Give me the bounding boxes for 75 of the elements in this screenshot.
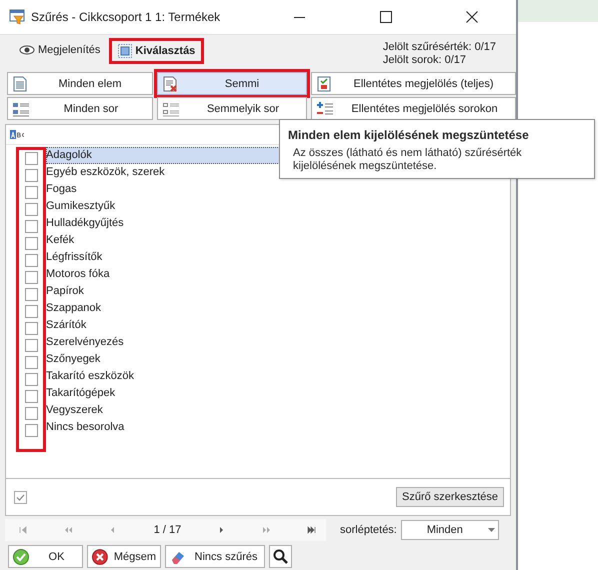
dialog-button[interactable]: Mégsem — [87, 545, 161, 568]
list-item[interactable]: Vegyszerek — [46, 402, 496, 419]
list-item[interactable]: Kefék — [46, 232, 496, 249]
checkbox[interactable] — [24, 169, 38, 182]
sort-text-icon — [10, 130, 26, 139]
action-button[interactable]: Minden sor — [7, 97, 153, 120]
minimize-icon — [294, 16, 306, 18]
list-item[interactable]: Takarítógépek — [46, 385, 496, 402]
count-label: Jelölt szűrésérték: 0/17 — [382, 41, 496, 54]
list-item[interactable]: Takarító eszközök — [46, 368, 496, 385]
edit-filter-button[interactable]: Szűrő szerkesztése — [396, 487, 504, 507]
next-page-button[interactable] — [262, 526, 272, 534]
list-item[interactable]: Fogas — [46, 181, 496, 198]
dialog-button[interactable]: Nincs szűrés — [165, 545, 265, 568]
checkbox[interactable] — [24, 186, 38, 199]
checkbox[interactable] — [24, 339, 38, 352]
step-dropdown[interactable]: Minden — [400, 520, 499, 540]
list-item[interactable]: Hulladékgyűjtés — [46, 215, 496, 232]
check-icon — [16, 492, 25, 502]
list-item[interactable]: Szőnyegek — [46, 351, 496, 368]
first-record-button[interactable] — [19, 526, 28, 534]
action-button[interactable]: Semmelyik sor — [157, 97, 307, 120]
document-icon — [12, 76, 28, 92]
previous-page-button[interactable] — [64, 526, 73, 534]
list-rows-icon — [162, 100, 180, 116]
cross-circle-icon — [92, 548, 108, 564]
list-item[interactable]: Motoros fóka — [46, 266, 496, 283]
maximize-icon — [380, 11, 392, 23]
list-item[interactable]: Légfrissítők — [46, 249, 496, 266]
last-record-button[interactable] — [306, 526, 316, 534]
checkbox[interactable] — [24, 152, 38, 165]
tab[interactable]: Kiválasztás — [112, 41, 202, 61]
window-title: Szűrés - Cikkcsoport 1 1: Termékek — [31, 10, 222, 24]
checkbox[interactable] — [24, 424, 38, 437]
action-button[interactable]: Semmi — [157, 72, 307, 95]
tab[interactable]: Megjelenítés — [13, 41, 106, 59]
caret-icon — [488, 528, 495, 532]
tooltip-title: Minden elem kijelölésének megszüntetése — [288, 128, 530, 142]
action-button[interactable]: Minden elem — [7, 72, 153, 95]
list-item[interactable]: Papírok — [46, 283, 496, 300]
list-item[interactable]: Szerelvényezés — [46, 334, 496, 351]
checkbox[interactable] — [24, 254, 38, 267]
search-icon — [273, 549, 288, 564]
close-icon — [466, 11, 478, 23]
action-button[interactable]: Ellentétes megjelölés sorokon — [311, 97, 516, 120]
list-item[interactable]: Szárítók — [46, 317, 496, 334]
plus-minus-list-icon — [316, 100, 334, 116]
check-cross-icon — [316, 76, 332, 92]
step-label: sorléptetés: — [340, 524, 397, 536]
action-button[interactable]: Ellentétes megjelölés (teljes) — [311, 72, 516, 95]
list-item[interactable]: Nincs besorolva — [46, 419, 496, 436]
checkbox[interactable] — [24, 220, 38, 233]
checkbox[interactable] — [24, 407, 38, 420]
list-rows-icon — [12, 100, 30, 116]
checkbox[interactable] — [24, 373, 38, 386]
checkbox[interactable] — [24, 305, 38, 318]
checkbox[interactable] — [24, 271, 38, 284]
check-circle-icon — [13, 548, 29, 564]
count-label: Jelölt sorok: 0/17 — [382, 54, 468, 67]
checkbox[interactable] — [24, 322, 38, 335]
list-item[interactable]: Gumikesztyűk — [46, 198, 496, 215]
checkbox[interactable] — [24, 203, 38, 216]
eye-icon — [19, 44, 35, 56]
dialog-button[interactable]: OK — [8, 545, 83, 568]
filter-table-icon — [9, 9, 25, 25]
checkbox[interactable] — [24, 288, 38, 301]
record-position: 1 / 17 — [154, 524, 182, 536]
search-button[interactable] — [269, 545, 292, 568]
checkbox[interactable] — [24, 356, 38, 369]
document-cross-icon — [162, 76, 178, 92]
checkbox[interactable] — [24, 237, 38, 250]
select-all-checkbox[interactable] — [14, 490, 27, 504]
square-icon — [118, 44, 132, 58]
checkbox[interactable] — [24, 390, 38, 403]
list-item[interactable]: Szappanok — [46, 300, 496, 317]
